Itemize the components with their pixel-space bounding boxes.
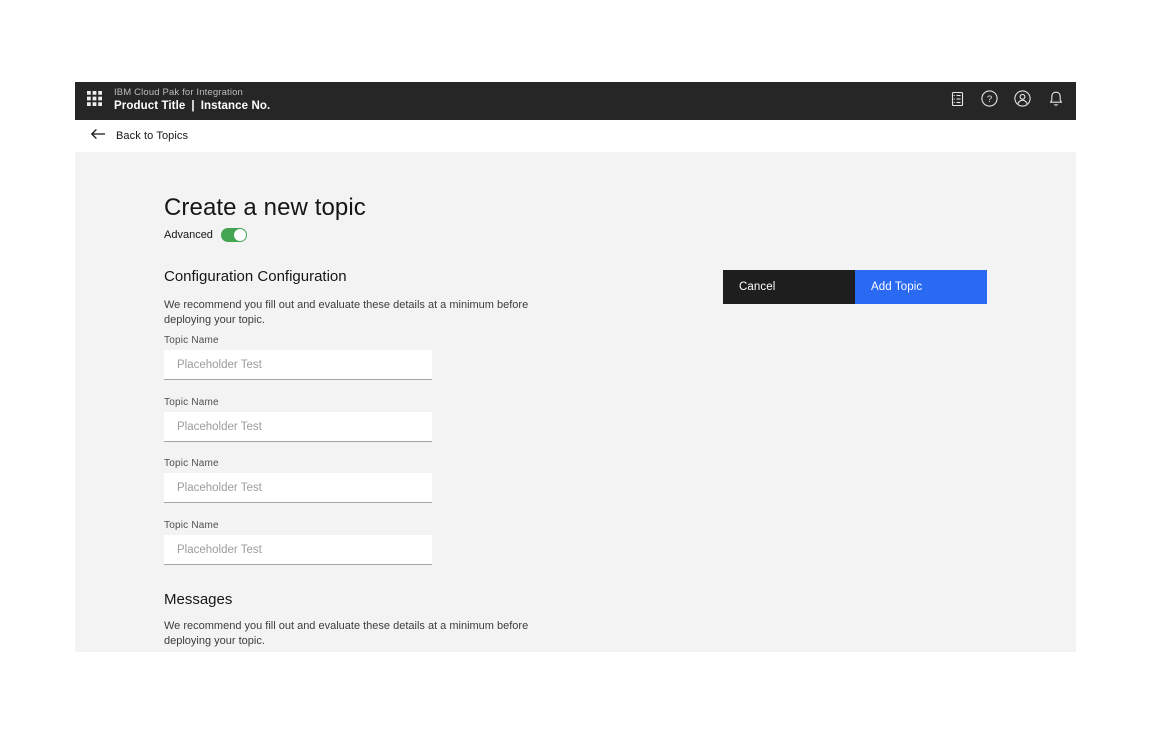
user-icon — [1013, 89, 1032, 113]
back-row: Back to Topics — [75, 120, 1076, 152]
toggle-knob — [234, 229, 246, 241]
help-button[interactable]: ? — [973, 82, 1006, 120]
page-title: Create a new topic — [164, 194, 366, 222]
instance-number: Instance No. — [201, 100, 271, 112]
advanced-toggle[interactable] — [221, 228, 247, 242]
cancel-button[interactable]: Cancel — [723, 270, 855, 304]
topic-name-field-group: Topic Name — [164, 520, 432, 565]
messages-section-title: Messages — [164, 591, 232, 608]
topic-name-field-group: Topic Name — [164, 397, 432, 442]
catalog-button[interactable] — [940, 82, 973, 120]
app-switcher-button[interactable] — [75, 82, 113, 120]
topic-name-input-2[interactable] — [164, 412, 432, 442]
svg-text:?: ? — [987, 94, 992, 105]
topic-name-label: Topic Name — [164, 458, 432, 469]
topic-name-label: Topic Name — [164, 335, 432, 346]
topic-name-label: Topic Name — [164, 520, 432, 531]
app-switcher-icon — [87, 91, 102, 111]
back-to-topics-link[interactable]: Back to Topics — [90, 127, 188, 145]
brand-separator: | — [191, 100, 194, 112]
back-link-label: Back to Topics — [116, 130, 188, 142]
catalog-icon — [948, 90, 966, 113]
notifications-icon — [1047, 90, 1065, 113]
product-title: Product Title — [114, 100, 185, 112]
notifications-button[interactable] — [1039, 82, 1072, 120]
page: IBM Cloud Pak for Integration Product Ti… — [0, 0, 1152, 734]
topic-name-input-1[interactable] — [164, 350, 432, 380]
brand-eyebrow: IBM Cloud Pak for Integration — [114, 88, 270, 99]
topic-name-field-group: Topic Name — [164, 458, 432, 503]
user-button[interactable] — [1006, 82, 1039, 120]
brand-block: IBM Cloud Pak for Integration Product Ti… — [114, 88, 270, 113]
add-topic-button[interactable]: Add Topic — [855, 270, 987, 304]
help-icon: ? — [980, 89, 999, 113]
back-arrow-icon — [90, 127, 106, 145]
configuration-section-description: We recommend you fill out and evaluate t… — [164, 298, 576, 328]
topic-name-input-4[interactable] — [164, 535, 432, 565]
topic-name-input-3[interactable] — [164, 473, 432, 503]
messages-section-description: We recommend you fill out and evaluate t… — [164, 619, 576, 649]
advanced-toggle-row: Advanced — [164, 227, 247, 242]
topic-name-label: Topic Name — [164, 397, 432, 408]
topic-name-field-group: Topic Name — [164, 335, 432, 380]
configuration-section-title: Configuration Configuration — [164, 268, 347, 285]
create-topic-panel: Create a new topic Advanced Configuratio… — [75, 152, 1076, 652]
app-header: IBM Cloud Pak for Integration Product Ti… — [75, 82, 1076, 120]
advanced-toggle-label: Advanced — [164, 229, 213, 241]
brand-title: Product Title | Instance No. — [114, 100, 270, 113]
